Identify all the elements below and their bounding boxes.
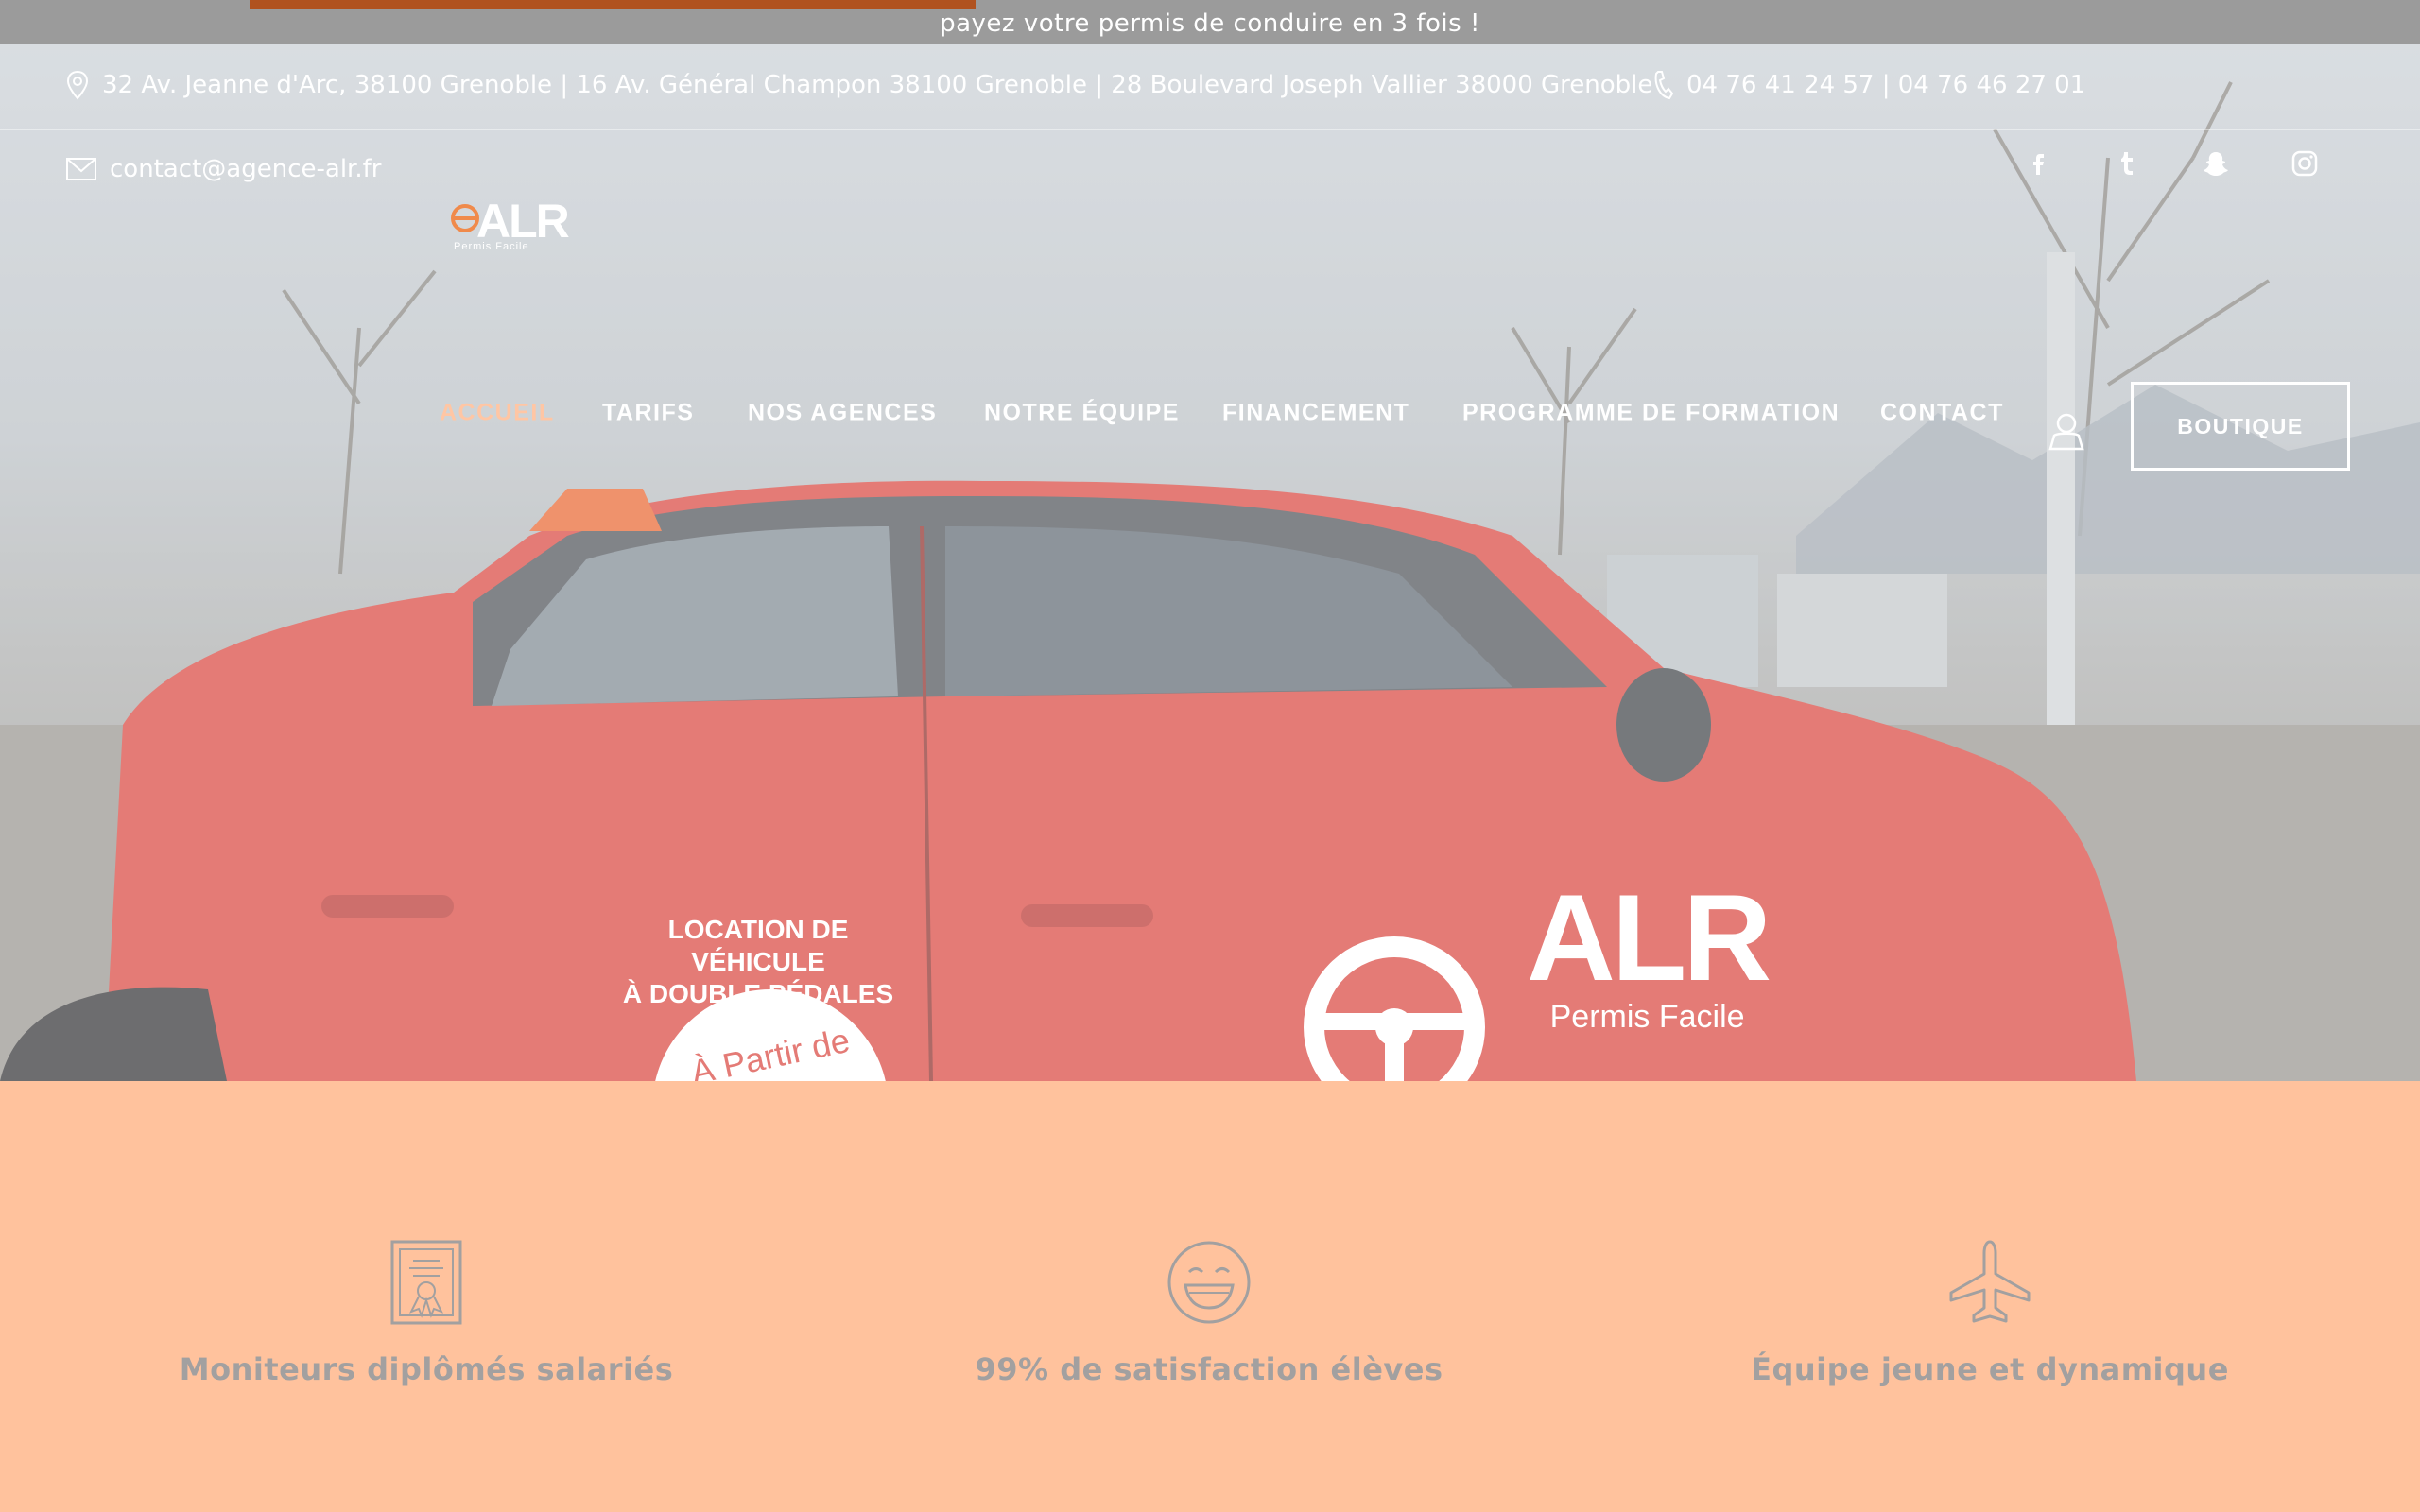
user-account-icon[interactable] bbox=[2048, 411, 2085, 455]
logo-tagline: Permis Facile bbox=[454, 241, 529, 252]
snapchat-icon[interactable] bbox=[2201, 148, 2231, 179]
nav-item-accueil[interactable]: ACCUEIL bbox=[440, 400, 555, 427]
nav-item-tarifs[interactable]: TARIFS bbox=[602, 400, 694, 427]
contact-bar: 32 Av. Jeanne d'Arc, 38100 Grenoble | 16… bbox=[0, 44, 2420, 130]
social-links bbox=[2023, 148, 2320, 179]
boutique-button[interactable]: BOUTIQUE bbox=[2131, 382, 2350, 471]
facebook-icon[interactable] bbox=[2023, 148, 2053, 179]
email-item[interactable]: contact@agence-alr.fr bbox=[66, 155, 381, 183]
features-section: Moniteurs diplômés salariés 99% de satis… bbox=[0, 1081, 2420, 1512]
smiley-icon bbox=[1167, 1241, 1251, 1324]
hero-section: LOCATION DE VÉHICULE À DOUBLE PÉDALES À … bbox=[0, 44, 2420, 1081]
phone-item[interactable]: 04 76 41 24 57 | 04 76 46 27 01 bbox=[1652, 70, 2085, 100]
nav-item-programme[interactable]: PROGRAMME DE FORMATION bbox=[1462, 400, 1840, 427]
address-text: 32 Av. Jeanne d'Arc, 38100 Grenoble | 16… bbox=[102, 71, 1653, 99]
promo-bar: payez votre permis de conduire en 3 fois… bbox=[0, 0, 2420, 44]
feature-item: 99% de satisfaction élèves bbox=[878, 1240, 1540, 1387]
main-nav: ACCUEIL TARIFS NOS AGENCES NOTRE ÉQUIPE … bbox=[0, 370, 2420, 471]
feature-item: Équipe jeune et dynamique bbox=[1659, 1240, 2321, 1387]
email-text[interactable]: contact@agence-alr.fr bbox=[110, 155, 381, 183]
nav-item-financement[interactable]: FINANCEMENT bbox=[1222, 400, 1409, 427]
envelope-icon bbox=[66, 158, 96, 180]
phone-text[interactable]: 04 76 41 24 57 | 04 76 46 27 01 bbox=[1686, 71, 2085, 99]
feature-label: Équipe jeune et dynamique bbox=[1751, 1351, 2229, 1387]
feature-item: Moniteurs diplômés salariés bbox=[95, 1240, 757, 1387]
phone-icon bbox=[1654, 71, 1673, 100]
plane-icon bbox=[1949, 1240, 2031, 1323]
promo-text: payez votre permis de conduire en 3 fois… bbox=[940, 9, 1480, 38]
nav-item-nos-agences[interactable]: NOS AGENCES bbox=[748, 400, 937, 427]
address-item: 32 Av. Jeanne d'Arc, 38100 Grenoble | 16… bbox=[66, 70, 1652, 100]
tumblr-icon[interactable] bbox=[2112, 148, 2142, 179]
feature-label: Moniteurs diplômés salariés bbox=[179, 1351, 674, 1387]
nav-item-contact[interactable]: CONTACT bbox=[1880, 400, 2004, 427]
map-pin-icon bbox=[66, 70, 89, 100]
site-logo[interactable]: ALR Permis Facile bbox=[450, 194, 570, 252]
feature-label: 99% de satisfaction élèves bbox=[975, 1351, 1443, 1387]
instagram-icon[interactable] bbox=[2290, 148, 2320, 179]
hero-overlay bbox=[0, 44, 2420, 1081]
certificate-icon bbox=[390, 1240, 462, 1325]
promo-progress-bar bbox=[250, 0, 976, 9]
nav-item-notre-equipe[interactable]: NOTRE ÉQUIPE bbox=[984, 400, 1180, 427]
